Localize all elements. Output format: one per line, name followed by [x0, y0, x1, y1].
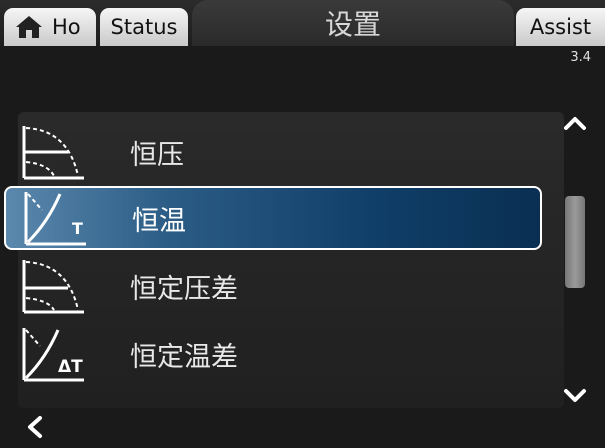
svg-text:ΔT: ΔT	[58, 357, 83, 377]
list-item-constant-differential-pressure[interactable]: 恒定压差	[4, 254, 542, 318]
list-item-constant-pressure[interactable]: 恒压	[4, 120, 542, 184]
tab-home[interactable]: Ho	[4, 8, 96, 46]
constant-temperature-icon: T	[24, 192, 86, 246]
scroll-up-icon[interactable]	[560, 110, 590, 134]
list-item-constant-temperature[interactable]: T 恒温	[4, 186, 542, 250]
tab-assist[interactable]: Assist	[516, 8, 605, 46]
list-item-label: 恒定温差	[130, 341, 238, 373]
tab-assist-label: Assist	[529, 15, 592, 39]
home-icon	[16, 16, 42, 38]
constant-differential-pressure-icon	[22, 260, 84, 314]
constant-pressure-icon	[22, 126, 84, 180]
back-icon[interactable]	[22, 414, 48, 440]
page-title: 设置	[324, 8, 381, 41]
tab-status[interactable]: Status	[100, 8, 188, 46]
list-item-label: 恒压	[130, 139, 184, 171]
constant-differential-temperature-icon: ΔT	[22, 328, 84, 382]
svg-text:T: T	[72, 219, 83, 238]
scrollbar-thumb[interactable]	[565, 196, 585, 288]
tab-settings[interactable]: 设置	[192, 0, 514, 46]
version-label: 3.4	[570, 50, 591, 65]
tab-status-label: Status	[110, 15, 178, 39]
list-item-constant-differential-temperature[interactable]: ΔT 恒定温差	[4, 322, 542, 386]
list-item-label: 恒定压差	[130, 273, 238, 305]
tab-bar: Ho Status 设置 Assist	[0, 0, 605, 46]
tab-home-label: Ho	[52, 15, 81, 39]
scroll-down-icon[interactable]	[560, 384, 590, 408]
list-item-label: 恒温	[132, 205, 186, 237]
